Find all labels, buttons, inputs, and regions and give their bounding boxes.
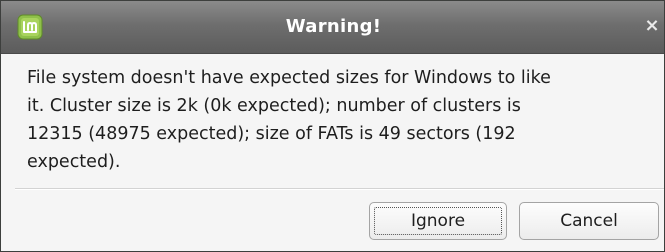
warning-message: File system doesn't have expected sizes … — [27, 68, 551, 172]
separator — [15, 188, 664, 190]
dialog-title: Warning! — [285, 16, 382, 37]
cancel-button[interactable]: Cancel — [519, 202, 659, 240]
warning-dialog: Warning! × File system doesn't have expe… — [0, 0, 665, 252]
ignore-button[interactable]: Ignore — [369, 202, 507, 240]
titlebar[interactable]: Warning! × — [1, 1, 664, 54]
cancel-button-label: Cancel — [560, 211, 618, 231]
ignore-button-label: Ignore — [410, 211, 466, 231]
dialog-content: File system doesn't have expected sizes … — [1, 54, 664, 251]
close-icon: × — [644, 15, 660, 36]
close-button[interactable]: × — [641, 15, 663, 37]
